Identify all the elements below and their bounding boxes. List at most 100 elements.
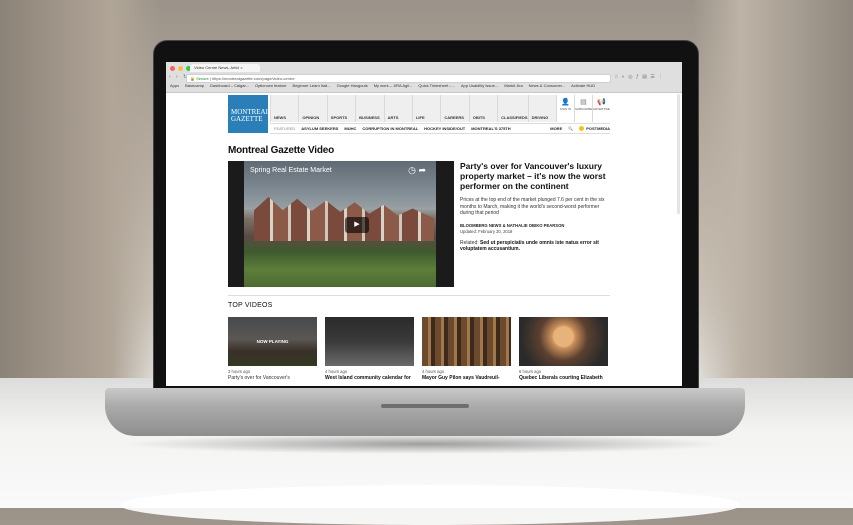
page-title: Montreal Gazette Video	[228, 145, 334, 156]
featured-link[interactable]: MUHC	[344, 126, 356, 131]
user-icon: 👤	[561, 99, 570, 106]
story-headline[interactable]: Party's over for Vancouver's luxury prop…	[460, 161, 610, 191]
video-caption[interactable]: Mayor Guy Pilon says Vaudreuil-	[422, 375, 511, 381]
featured-bar: FEATURED ASYLUM SEEKERS MUHC CORRUPTION …	[270, 123, 610, 134]
subscribe-button[interactable]: ▤ SUBSCRIBE	[573, 95, 592, 122]
video-caption[interactable]: Quebec Liberals courting Elizabeth	[519, 375, 608, 381]
share-icon[interactable]: ➦	[418, 165, 426, 175]
bookmark-item[interactable]: Markit Jira	[504, 83, 522, 88]
advertise-label: ADVERTISE	[592, 107, 610, 111]
search-icon[interactable]: 🔍	[568, 126, 573, 131]
browser-chrome: Video Centre News, Articl × ‹ › ↻ 🔒 Secu…	[166, 62, 682, 93]
nav-item-business[interactable]: BUSINESS	[355, 95, 384, 122]
featured-label: FEATURED	[274, 126, 296, 131]
video-card[interactable]: 6 hours ago Quebec Liberals courting Eli…	[519, 317, 608, 381]
browser-tab[interactable]: Video Centre News, Articl ×	[190, 64, 260, 72]
bookmark-item[interactable]: News & Consumer...	[529, 83, 565, 88]
nav-item-opinion[interactable]: OPINION	[298, 95, 327, 122]
featured-link[interactable]: CORRUPTION IN MONTREAL	[362, 126, 418, 131]
video-player[interactable]: Spring Real Estate Market ◷ ➦ ▶	[228, 161, 454, 287]
advertise-button[interactable]: 📢 ADVERTISE	[591, 95, 610, 122]
bookmark-item[interactable]: Apps	[170, 83, 179, 88]
now-playing-overlay: NOW PLAYING	[228, 317, 317, 366]
bookmark-item[interactable]: Quick Timesheet –...	[418, 83, 454, 88]
play-icon: ▶	[354, 221, 360, 228]
secure-label: Secure	[196, 76, 209, 81]
bookmark-item[interactable]: My work – JIRA Agil...	[374, 83, 413, 88]
window-controls	[170, 66, 191, 71]
postmedia-label: POSTMEDIA	[586, 125, 610, 131]
bookmark-item[interactable]: Activate HUD	[571, 83, 595, 88]
laptop-base	[105, 388, 745, 436]
bookmark-item[interactable]: Beginner Learn Itali...	[293, 83, 331, 88]
bookmark-item[interactable]: Basecamp	[185, 83, 204, 88]
tab-title: Video Centre News, Articl	[194, 65, 240, 70]
video-thumbnail[interactable]	[325, 317, 414, 366]
more-button[interactable]: MORE	[550, 126, 562, 131]
video-thumbnail[interactable]: NOW PLAYING	[228, 317, 317, 366]
nav-item-classifieds[interactable]: CLASSIFIEDS	[497, 95, 528, 122]
top-videos-title: TOP VIDEOS	[228, 302, 273, 309]
laptop-screen: Video Centre News, Articl × ‹ › ↻ 🔒 Secu…	[166, 62, 682, 386]
clock-icon[interactable]: ◷	[408, 165, 416, 175]
address-bar[interactable]: 🔒 Secure | https://montrealgazette.com/p…	[186, 74, 611, 83]
video-caption[interactable]: West Island community calendar for	[325, 375, 414, 381]
video-controls: ◷ ➦	[408, 165, 426, 176]
background-blur-right	[693, 0, 853, 380]
bookmark-item[interactable]: Opticrown feature	[255, 83, 287, 88]
nav-item-life[interactable]: LIFE	[411, 95, 441, 122]
video-caption[interactable]: Party's over for Vancouver's	[228, 375, 317, 381]
nav-item-news[interactable]: NEWS	[270, 95, 299, 122]
site-logo[interactable]: MONTREAL GAZETTE	[228, 95, 270, 133]
story-related: Related: Sed ut perspiciatis unde omnis …	[460, 240, 610, 253]
megaphone-icon: 📢	[597, 99, 606, 106]
address-url: https://montrealgazette.com/page/video-c…	[212, 76, 295, 81]
video-time-ago: 3 hours ago	[228, 369, 251, 374]
featured-link[interactable]: HOCKEY INSIDE/OUT	[424, 126, 465, 131]
video-frame[interactable]: Spring Real Estate Market ◷ ➦ ▶	[244, 161, 436, 287]
bookmark-item[interactable]: Google Hangouts	[337, 83, 368, 88]
bookmarks-bar: Apps Basecamp Dashboard – Calgar... Opti…	[170, 83, 595, 88]
extension-icons[interactable]: ☆ ◐ ◎ ƒ ▤ ☰ ⋮	[614, 74, 664, 80]
sign-in-label: SIGN IN	[559, 107, 572, 111]
video-card[interactable]: 4 hours ago Mayor Guy Pilon says Vaudreu…	[422, 317, 511, 381]
featured-link[interactable]: ASYLUM SEEKERS	[301, 126, 338, 131]
story-dek: Prices at the top end of the market plun…	[460, 197, 605, 216]
related-label: Related:	[460, 239, 479, 246]
section-divider	[228, 295, 610, 296]
nav-item-sports[interactable]: SPORTS	[326, 95, 356, 122]
video-title: Spring Real Estate Market	[250, 167, 332, 174]
sign-in-button[interactable]: 👤 SIGN IN	[555, 95, 574, 122]
trackpad-notch	[381, 404, 469, 408]
background-blur-left	[0, 0, 160, 380]
page-scrollbar[interactable]	[677, 94, 680, 214]
story-panel: Party's over for Vancouver's luxury prop…	[460, 161, 610, 253]
video-time-ago: 4 hours ago	[325, 369, 348, 374]
play-button[interactable]: ▶	[345, 217, 369, 233]
nav-item-arts[interactable]: ARTS	[383, 95, 412, 122]
bookmark-item[interactable]: App Usability Issue...	[461, 83, 498, 88]
video-thumbnail[interactable]	[519, 317, 608, 366]
minimize-window-icon[interactable]	[178, 66, 183, 71]
story-byline: BLOOMBERG NEWS & NATHALIE OBIKO PEARSON	[460, 222, 565, 228]
top-nav: NEWS OPINION SPORTS BUSINESS ARTS LIFE C…	[270, 95, 610, 122]
video-card[interactable]: NOW PLAYING 3 hours ago Party's over for…	[228, 317, 317, 381]
story-updated: Updated: February 20, 2018	[460, 228, 513, 234]
video-time-ago: 6 hours ago	[519, 369, 542, 374]
top-videos-list: NOW PLAYING 3 hours ago Party's over for…	[228, 317, 610, 381]
nav-item-careers[interactable]: CAREERS	[440, 95, 469, 122]
related-link[interactable]: Sed ut perspiciatis unde omnis iste natu…	[460, 240, 599, 253]
video-card[interactable]: 4 hours ago West Island community calend…	[325, 317, 414, 381]
nav-item-obits[interactable]: OBITS	[468, 95, 498, 122]
postmedia-logo[interactable]: POSTMEDIA	[579, 125, 610, 132]
foreground-object	[120, 485, 740, 525]
featured-link[interactable]: MONTREAL'S 375TH	[471, 126, 510, 131]
laptop-shadow	[120, 434, 730, 454]
bookmark-item[interactable]: Dashboard – Calgar...	[210, 83, 249, 88]
postmedia-dot-icon	[579, 126, 585, 132]
nav-item-driving[interactable]: DRIVING	[527, 95, 556, 122]
newspaper-icon: ▤	[580, 99, 587, 106]
video-thumbnail[interactable]	[422, 317, 511, 366]
close-window-icon[interactable]	[170, 66, 175, 71]
logo-line2: GAZETTE	[231, 115, 263, 123]
